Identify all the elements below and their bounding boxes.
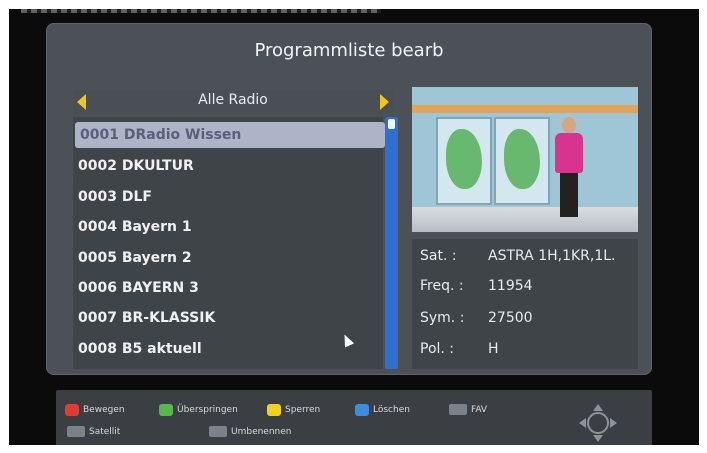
- dpad-icon: [579, 404, 617, 442]
- list-scrollbar[interactable]: [385, 117, 398, 369]
- green-key-icon: [159, 404, 173, 416]
- transponder-info: Sat. : ASTRA 1H,1KR,1L. Freq. : 11954 Sy…: [412, 239, 638, 369]
- presenter-head: [562, 117, 576, 133]
- weather-map: [504, 129, 540, 189]
- dpad-left-icon: [579, 418, 586, 428]
- channel-list-item[interactable]: 0004 Bayern 1: [73, 214, 383, 240]
- channel-list-item[interactable]: 0007 BR-KLASSIK: [73, 305, 383, 331]
- arrow-right-icon[interactable]: [380, 94, 389, 110]
- info-sat-value: ASTRA 1H,1KR,1L.: [488, 248, 616, 264]
- channel-list-item[interactable]: 0003 DLF: [73, 184, 383, 210]
- green-key-label: Überspringen: [177, 405, 238, 415]
- channel-list-item[interactable]: 0005 Bayern 2: [73, 245, 383, 271]
- dpad-down-icon: [593, 435, 603, 442]
- satellit-key-icon: [67, 426, 85, 437]
- key-legend: [56, 390, 652, 445]
- blue-key-icon: [355, 404, 369, 416]
- channel-list-item[interactable]: 0001 DRadio Wissen: [75, 122, 385, 148]
- dpad-ring: [587, 412, 609, 434]
- list-category-label: Alle Radio: [198, 92, 268, 108]
- top-decoration: [21, 9, 381, 13]
- tv-screen: Programmliste bearb Alle Radio 0001 DRad…: [9, 9, 699, 445]
- info-sym-value: 27500: [488, 310, 533, 326]
- presenter-body: [555, 133, 583, 173]
- red-key-label: Bewegen: [83, 405, 125, 415]
- info-freq-value: 11954: [488, 278, 533, 294]
- umbenennen-key-label: Umbenennen: [231, 427, 292, 437]
- page-title: Programmliste bearb: [254, 40, 444, 61]
- presenter-legs: [560, 173, 578, 217]
- weather-screen: [436, 117, 492, 205]
- weather-screen: [494, 117, 550, 205]
- weather-map: [446, 129, 482, 189]
- info-sat-label: Sat. :: [420, 248, 457, 264]
- list-category-selector[interactable]: Alle Radio: [73, 90, 393, 114]
- channel-list: 0001 DRadio Wissen 0002 DKULTUR 0003 DLF…: [73, 117, 385, 369]
- fav-key-label: FAV: [471, 405, 488, 415]
- studio-band: [412, 105, 638, 113]
- satellit-key-label: Satellit: [89, 427, 121, 437]
- info-pol-label: Pol. :: [420, 341, 455, 357]
- video-preview: [412, 87, 638, 232]
- info-pol-value: H: [488, 341, 499, 357]
- channel-list-item[interactable]: 0008 B5 aktuell: [73, 336, 383, 362]
- info-sym-label: Sym. :: [420, 310, 465, 326]
- dpad-up-icon: [593, 404, 603, 411]
- channel-list-item[interactable]: 0002 DKULTUR: [73, 153, 383, 179]
- studio-floor: [412, 207, 638, 232]
- channel-list-item[interactable]: 0006 BAYERN 3: [73, 275, 383, 301]
- fav-key-icon: [449, 404, 467, 415]
- yellow-key-label: Sperren: [285, 405, 321, 415]
- yellow-key-icon: [267, 404, 281, 416]
- info-freq-label: Freq. :: [420, 278, 464, 294]
- dpad-right-icon: [610, 418, 617, 428]
- red-key-icon: [65, 404, 79, 416]
- scrollbar-thumb[interactable]: [388, 119, 395, 129]
- umbenennen-key-icon: [209, 426, 227, 437]
- blue-key-label: Löschen: [373, 405, 410, 415]
